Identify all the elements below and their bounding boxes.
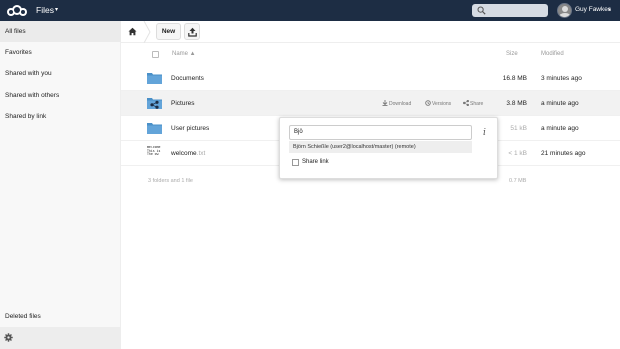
file-basename: welcome: [171, 150, 197, 157]
file-modified: 21 minutes ago: [541, 150, 586, 157]
owncloud-logo-icon[interactable]: [4, 4, 30, 17]
table-row[interactable]: Pictures Download Versions Share 3.8 MB …: [121, 91, 620, 116]
file-name[interactable]: User pictures: [171, 125, 209, 132]
avatar[interactable]: [557, 3, 572, 18]
settings-bar[interactable]: [0, 327, 121, 349]
share-dropdown: Bjö i Björn Schießle (user2@localhost/ma…: [279, 117, 498, 179]
user-menu-caret-icon[interactable]: ▾: [608, 7, 611, 13]
folder-icon: [147, 123, 162, 134]
new-button[interactable]: New: [156, 23, 181, 40]
file-extension: .txt: [196, 150, 206, 157]
versions-label: Versions: [432, 101, 452, 107]
summary-count: 3 folders and 1 file: [148, 178, 193, 184]
file-modified: 3 minutes ago: [541, 75, 582, 82]
file-size: 51 kB: [510, 125, 527, 132]
column-header-size[interactable]: Size: [506, 51, 518, 57]
info-icon[interactable]: i: [483, 128, 486, 138]
thumbnail-text: Welcome This is The ow: [147, 146, 161, 157]
file-name[interactable]: Pictures: [171, 100, 194, 107]
history-icon: [425, 100, 431, 106]
sidebar-item-favorites[interactable]: Favorites: [0, 42, 121, 63]
summary-size: 0.7 MB: [509, 178, 527, 184]
download-action[interactable]: Download: [382, 100, 411, 107]
app-menu-caret-icon[interactable]: ▾: [55, 6, 58, 13]
share-link-checkbox[interactable]: [292, 159, 299, 166]
file-size: 3.8 MB: [506, 100, 527, 107]
gear-icon[interactable]: [4, 333, 13, 342]
download-label: Download: [389, 101, 412, 107]
share-link-label[interactable]: Share link: [302, 159, 329, 165]
share-action[interactable]: Share: [463, 99, 484, 107]
username[interactable]: Guy Fawkes: [575, 6, 611, 13]
app-menu-title[interactable]: Files: [36, 5, 54, 15]
sidebar-item-shared-by-link[interactable]: Shared by link: [0, 106, 121, 127]
controls-bar: New: [121, 21, 620, 43]
app-navigation: All files Favorites Shared with you Shar…: [0, 21, 121, 349]
share-icon: [463, 99, 470, 107]
autocomplete-suggestion[interactable]: Björn Schießle (user2@localhost/master) …: [289, 141, 472, 153]
sidebar-item-deleted-files[interactable]: Deleted files: [0, 306, 121, 327]
file-size: 16.8 MB: [502, 75, 527, 82]
select-all-checkbox[interactable]: [152, 51, 159, 58]
sidebar-item-all-files[interactable]: All files: [0, 21, 121, 42]
file-name[interactable]: welcome.txt: [171, 150, 205, 157]
upload-button[interactable]: [184, 23, 200, 40]
table-row[interactable]: Documents 16.8 MB 3 minutes ago: [121, 66, 620, 91]
shared-folder-icon: [147, 98, 162, 109]
share-label: Share: [470, 101, 484, 107]
column-header-modified[interactable]: Modified: [541, 51, 564, 57]
file-modified: a minute ago: [541, 100, 579, 107]
file-size: < 1 kB: [508, 150, 527, 157]
breadcrumb-separator-icon: [143, 21, 151, 43]
upload-icon: [188, 27, 197, 37]
column-header-name[interactable]: Name ▲: [172, 51, 196, 57]
file-name[interactable]: Documents: [171, 75, 204, 82]
sidebar-item-shared-with-you[interactable]: Shared with you: [0, 63, 121, 84]
top-header: Files ▾ Guy Fawkes ▾: [0, 0, 620, 21]
search-icon: [477, 6, 486, 15]
text-file-thumbnail: Welcome This is The ow: [147, 146, 163, 160]
file-modified: a minute ago: [541, 125, 579, 132]
sidebar-item-shared-with-others[interactable]: Shared with others: [0, 85, 121, 106]
folder-icon: [147, 73, 162, 84]
download-icon: [382, 100, 388, 107]
share-with-input[interactable]: Bjö: [289, 125, 472, 140]
home-icon[interactable]: [128, 27, 137, 36]
versions-action[interactable]: Versions: [425, 100, 451, 107]
